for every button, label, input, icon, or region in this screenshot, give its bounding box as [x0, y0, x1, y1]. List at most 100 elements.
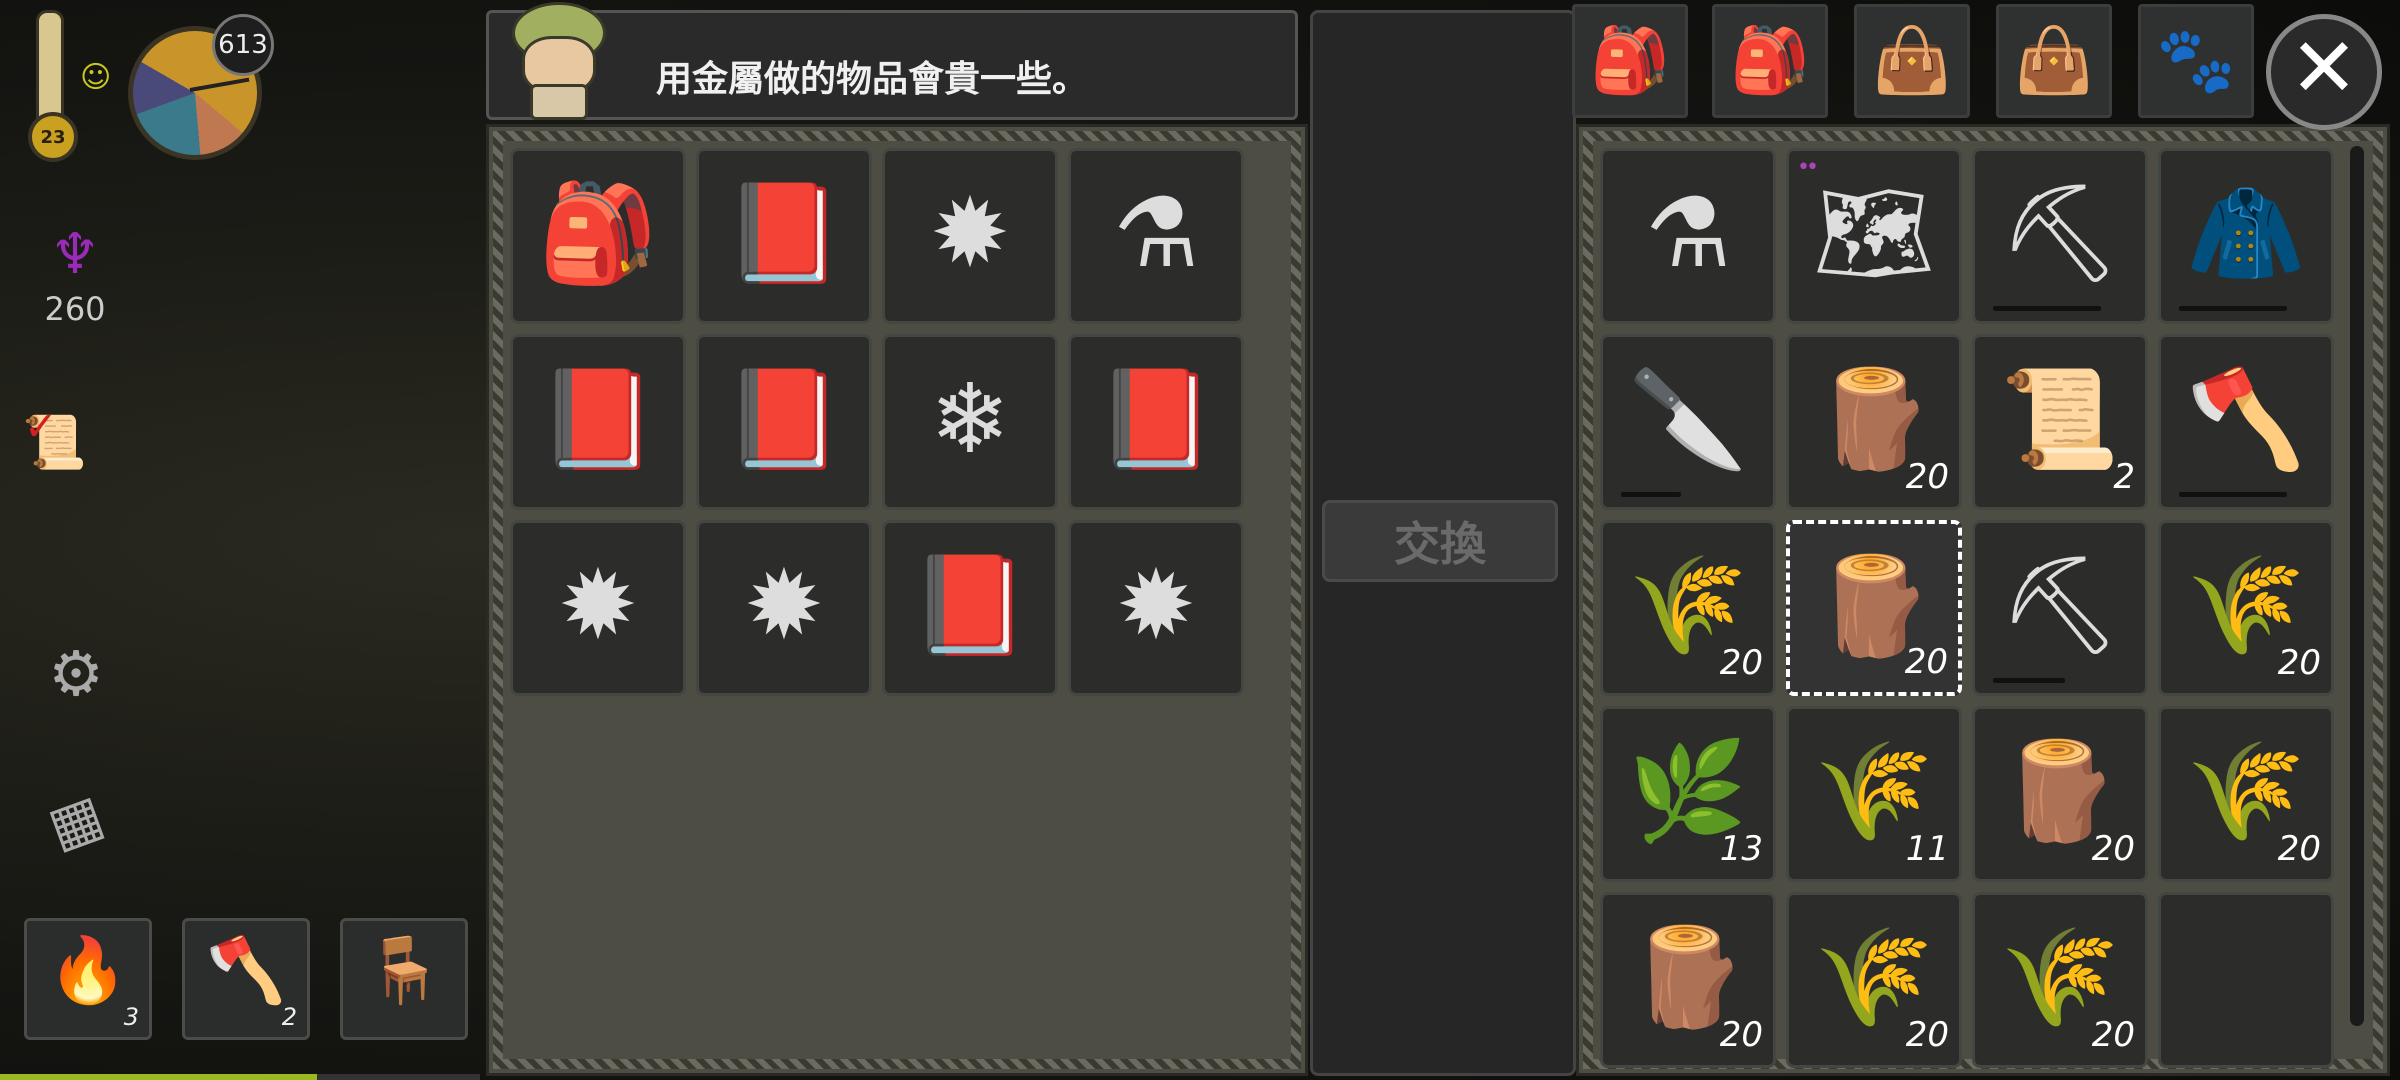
item-count: 20: [1905, 1015, 1949, 1055]
inventory-slot[interactable]: 🧥: [2158, 148, 2334, 324]
inventory-slot[interactable]: 📜 2: [1972, 334, 2148, 510]
inventory-slot[interactable]: 🪵 20: [1972, 706, 2148, 882]
item-count: 20: [2277, 829, 2321, 869]
trader-slot[interactable]: ✹: [1068, 520, 1244, 696]
trader-slot[interactable]: ❄: [882, 334, 1058, 510]
inventory-slot[interactable]: 🪓: [2158, 334, 2334, 510]
trader-slot[interactable]: 📕: [696, 148, 872, 324]
tab-pet[interactable]: 🐾: [2138, 4, 2254, 118]
body-temp-figure-icon: ☺: [80, 60, 112, 95]
trader-portrait: [500, 0, 610, 120]
item-count: 20: [1719, 643, 1763, 683]
potion-icon: ⚗: [1112, 177, 1200, 289]
inventory-slot[interactable]: 🪵 20: [1600, 892, 1776, 1068]
durability-bar: [1993, 306, 2101, 311]
inventory-slot[interactable]: 🌾 11: [1786, 706, 1962, 882]
book-icon: 📕: [538, 363, 658, 475]
item-count: 3: [123, 1003, 139, 1031]
satchel-icon: 👜: [2014, 24, 2094, 98]
inventory-slot[interactable]: ⛏: [1972, 148, 2148, 324]
experience-fill: [0, 1074, 317, 1080]
item-count: 20: [2091, 1015, 2135, 1055]
shovel-icon: ⛏: [1999, 177, 2121, 289]
map-icon: 🗺: [1813, 177, 1935, 289]
trader-slot[interactable]: 📕: [696, 334, 872, 510]
inventory-slot[interactable]: 🗺 ••: [1786, 148, 1962, 324]
item-count: 11: [1905, 829, 1949, 869]
item-count: 20: [2091, 829, 2135, 869]
item-count: 20: [1904, 642, 1948, 682]
gold-star-icon: ✹: [1115, 549, 1197, 661]
backpack-red-icon: 🎒: [1590, 24, 1670, 98]
inventory-slot[interactable]: ⚗: [1600, 148, 1776, 324]
trader-slot[interactable]: 📕: [510, 334, 686, 510]
temperature-readout: 23: [28, 112, 78, 162]
book-icon: 📕: [1096, 363, 1216, 475]
tab-backpack[interactable]: 🎒: [1712, 4, 1828, 118]
exchange-button[interactable]: 交換: [1322, 500, 1558, 582]
item-count: 2: [281, 1003, 297, 1031]
npc-body: [530, 84, 588, 120]
trader-slot[interactable]: 📕: [882, 520, 1058, 696]
sanity-value: 260: [44, 290, 106, 328]
inventory-slot[interactable]: 🌿 13: [1600, 706, 1776, 882]
gold-star-icon: ✹: [929, 177, 1011, 289]
inventory-slot[interactable]: 🔪: [1600, 334, 1776, 510]
quick-slot-axe[interactable]: 🪓 2: [182, 918, 310, 1040]
gold-star-icon: ✹: [743, 549, 825, 661]
quest-check-icon: ✓: [24, 404, 58, 450]
quick-slot-workbench[interactable]: 🪑: [340, 918, 468, 1040]
inventory-slot[interactable]: 🌾 20: [2158, 520, 2334, 696]
workbench-icon: 🪑: [364, 934, 444, 1008]
durability-bar: [2179, 492, 2287, 497]
item-count: 2: [2113, 457, 2135, 497]
axe-icon: 🪓: [206, 934, 286, 1008]
inventory-slot[interactable]: 🌾 20: [1786, 892, 1962, 1068]
sanity-icon: ♆: [49, 222, 101, 287]
inventory-slot[interactable]: 🪵 20: [1786, 520, 1962, 696]
inventory-slot[interactable]: 🌾 20: [1600, 520, 1776, 696]
inventory-slot[interactable]: ⛏: [1972, 520, 2148, 696]
durability-bar: [1993, 678, 2065, 683]
item-count: 20: [2277, 643, 2321, 683]
inventory-slot[interactable]: [2158, 892, 2334, 1068]
dialog-text: 用金屬做的物品會貴一些。: [656, 59, 1089, 100]
quick-slot-torch[interactable]: 🔥 3: [24, 918, 152, 1040]
trader-slot[interactable]: ⚗: [1068, 148, 1244, 324]
book-icon: 📕: [724, 177, 844, 289]
trader-slot[interactable]: ✹: [696, 520, 872, 696]
knife-icon: 🔪: [1628, 363, 1748, 475]
gold-star-icon: ✹: [557, 549, 639, 661]
durability-bar: [1621, 492, 1681, 497]
upgrade-dots: ••: [1797, 155, 1819, 180]
book-icon: 📕: [910, 549, 1030, 661]
day-counter: 613: [212, 14, 274, 76]
item-count: 13: [1719, 829, 1763, 869]
close-button[interactable]: ✕: [2266, 14, 2382, 130]
item-count: 20: [1719, 1015, 1763, 1055]
trader-slot[interactable]: 📕: [1068, 334, 1244, 510]
fur-cloak-icon: 🧥: [2186, 177, 2306, 289]
backpack-icon: 🎒: [538, 177, 658, 289]
salt-pile-icon: ❄: [929, 363, 1011, 475]
trader-slot[interactable]: ✹: [510, 520, 686, 696]
tab-backpack-red[interactable]: 🎒: [1572, 4, 1688, 118]
experience-bar: [0, 1074, 480, 1080]
inventory-slot[interactable]: 🪵 20: [1786, 334, 1962, 510]
inventory-slot[interactable]: 🌾 20: [1972, 892, 2148, 1068]
trader-slot[interactable]: ✹: [882, 148, 1058, 324]
satchel-icon: 👜: [1872, 24, 1952, 98]
map-icon[interactable]: ▦: [35, 781, 117, 863]
pet-icon: 🐾: [2156, 24, 2236, 98]
inventory-scrollbar[interactable]: [2350, 146, 2364, 1026]
item-count: 20: [1905, 457, 1949, 497]
axe-icon: 🪓: [2186, 363, 2306, 475]
tab-satchel[interactable]: 👜: [1996, 4, 2112, 118]
durability-bar: [2179, 306, 2287, 311]
pickaxe-icon: ⛏: [1999, 549, 2121, 661]
inventory-slot[interactable]: 🌾 20: [2158, 706, 2334, 882]
trader-slot[interactable]: 🎒: [510, 148, 686, 324]
tab-satchel[interactable]: 👜: [1854, 4, 1970, 118]
book-icon: 📕: [724, 363, 844, 475]
gear-icon[interactable]: ⚙: [44, 642, 108, 706]
